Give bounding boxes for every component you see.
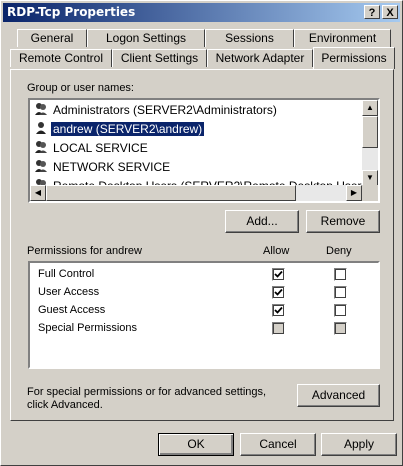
title-bar[interactable]: RDP-Tcp Properties ? X [3,3,400,22]
tab-permissions[interactable]: Permissions [313,47,395,69]
horizontal-scroll-thumb[interactable] [46,185,296,201]
permissions-list: Full Control User Access Guest Access Sp… [28,261,380,369]
deny-checkbox[interactable] [334,268,347,281]
add-button[interactable]: Add... [225,210,299,233]
scroll-right-icon[interactable]: ▶ [346,185,362,201]
tab-logon-settings[interactable]: Logon Settings [87,29,205,47]
user-group-icon [34,102,48,116]
window-title: RDP-Tcp Properties [7,5,136,19]
deny-column-header: Deny [326,245,352,257]
cancel-button[interactable]: Cancel [240,433,316,456]
properties-dialog: RDP-Tcp Properties ? X General Logon Set… [0,0,403,466]
allow-column-header: Allow [263,245,290,257]
list-item[interactable]: LOCAL SERVICE [34,140,150,157]
user-group-icon [34,140,48,154]
horizontal-scrollbar[interactable]: ◀ ▶ [30,185,362,201]
advanced-button[interactable]: Advanced [297,384,380,407]
permissions-for-label: Permissions for andrew [27,245,142,257]
tab-sessions[interactable]: Sessions [205,29,294,47]
scroll-up-icon[interactable]: ▲ [362,100,378,116]
user-name: Administrators (SERVER2\Administrators) [53,103,277,117]
permission-row: User Access [38,286,100,298]
scroll-corner [362,185,378,201]
list-item[interactable]: andrew (SERVER2\andrew) [34,121,205,138]
remove-button[interactable]: Remove [306,210,380,233]
permission-row: Full Control [38,268,95,280]
deny-checkbox-disabled [334,322,347,335]
help-button[interactable]: ? [364,5,380,19]
deny-checkbox[interactable] [334,286,347,299]
list-item[interactable]: NETWORK SERVICE [34,159,172,176]
advanced-note-line2: click Advanced. [27,399,103,411]
allow-checkbox[interactable] [272,268,285,281]
allow-checkbox[interactable] [272,304,285,317]
user-name: LOCAL SERVICE [53,141,148,155]
user-list[interactable]: Administrators (SERVER2\Administrators) … [28,98,380,203]
scroll-down-icon[interactable]: ▼ [362,170,378,186]
close-button[interactable]: X [382,5,398,19]
allow-checkbox-disabled [272,322,285,335]
user-name: NETWORK SERVICE [53,160,171,174]
tab-environment[interactable]: Environment [294,29,391,47]
allow-checkbox[interactable] [272,286,285,299]
deny-checkbox[interactable] [334,304,347,317]
vertical-scroll-thumb[interactable] [362,116,378,148]
group-label: Group or user names: [27,82,134,94]
tab-general[interactable]: General [17,29,87,47]
tab-remote-control[interactable]: Remote Control [10,49,112,67]
user-icon [34,121,48,135]
tab-network-adapter[interactable]: Network Adapter [207,49,313,67]
list-item[interactable]: Administrators (SERVER2\Administrators) [34,102,279,119]
user-group-icon [34,159,48,173]
tab-client-settings[interactable]: Client Settings [112,49,207,67]
vertical-scrollbar[interactable]: ▲ ▼ [362,100,378,186]
ok-button[interactable]: OK [158,433,234,456]
scroll-left-icon[interactable]: ◀ [30,185,46,201]
user-name: andrew (SERVER2\andrew) [51,122,205,136]
advanced-note-line1: For special permissions or for advanced … [27,386,267,398]
permission-row: Guest Access [38,304,106,316]
apply-button[interactable]: Apply [321,433,397,456]
permission-row: Special Permissions [38,322,138,334]
